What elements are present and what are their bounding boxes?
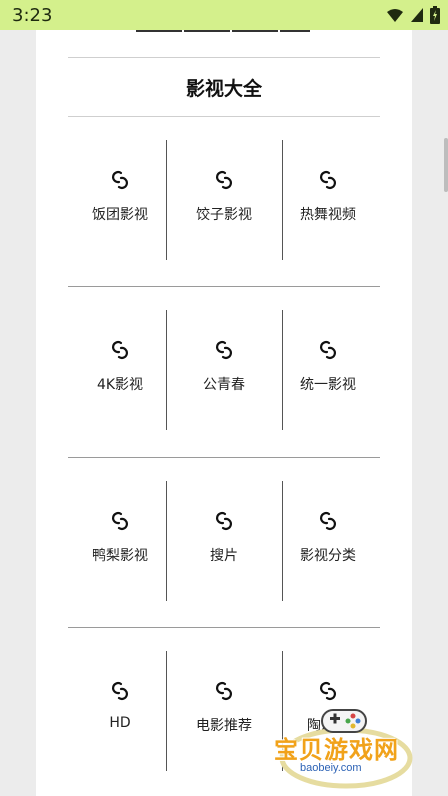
grid-row: 饭团影视 饺子影视 热舞视频 [68, 140, 380, 260]
divider [68, 57, 380, 58]
grid-item-label: 搜片 [210, 548, 238, 564]
grid-item-label: HD [109, 715, 131, 731]
tab-indicator [184, 30, 230, 32]
section-title: 影视大全 [185, 78, 262, 100]
column-divider [282, 481, 283, 601]
grid-item[interactable]: 影视分类 [276, 481, 380, 601]
grid-item[interactable]: 饺子影视 [172, 140, 276, 260]
grid-item-label: 饺子影视 [196, 207, 252, 223]
grid-item[interactable]: 饭团影视 [68, 140, 172, 260]
row-divider [68, 457, 380, 458]
grid-item[interactable]: 鸭梨影视 [68, 481, 172, 601]
swirl-link-icon [316, 338, 340, 362]
swirl-link-icon [316, 168, 340, 192]
column-divider [166, 651, 167, 771]
row-divider [68, 627, 380, 628]
grid-item[interactable]: 热舞视频 [276, 140, 380, 260]
tab-indicator [232, 30, 278, 32]
battery-icon [430, 6, 440, 24]
swirl-link-icon [108, 679, 132, 703]
grid-item-label: 热舞视频 [300, 207, 356, 223]
status-bar: 3:23 [0, 0, 448, 30]
grid-item-label: 影视分类 [300, 548, 356, 564]
grid-item[interactable]: 电影推荐 [172, 651, 276, 771]
swirl-link-icon [108, 168, 132, 192]
column-divider [166, 481, 167, 601]
status-time: 3:23 [12, 5, 53, 26]
wifi-icon [387, 9, 403, 22]
row-divider [68, 286, 380, 287]
column-divider [282, 310, 283, 430]
swirl-link-icon [212, 679, 236, 703]
grid-row: 4K影视 公青春 统一影视 [68, 310, 380, 430]
grid-row: 鸭梨影视 搜片 影视分类 [68, 481, 380, 601]
watermark-url: baobeiy.com [300, 762, 362, 774]
tab-indicator [280, 30, 310, 32]
grid-item[interactable]: 搜片 [172, 481, 276, 601]
system-icons [386, 6, 440, 24]
divider [68, 116, 380, 117]
tab-indicator [136, 30, 182, 32]
watermark-logo: 宝贝游戏网 baobeiy.com [272, 678, 420, 790]
grid-item-label: 统一影视 [300, 377, 356, 393]
grid-item-label: 4K影视 [96, 377, 144, 393]
grid-item-label: 电影推荐 [196, 718, 252, 734]
grid-item-label: 鸭梨影视 [92, 548, 148, 564]
column-divider [166, 310, 167, 430]
grid-item[interactable]: 公青春 [172, 310, 276, 430]
grid-item[interactable]: HD [68, 651, 172, 771]
watermark-text: 宝贝游戏网 [274, 736, 399, 764]
swirl-link-icon [212, 338, 236, 362]
grid-item-label: 公青春 [203, 377, 245, 393]
grid-item[interactable]: 4K影视 [68, 310, 172, 430]
swirl-link-icon [212, 168, 236, 192]
signal-icon [411, 8, 423, 22]
scrollbar-thumb[interactable] [444, 138, 448, 192]
column-divider [166, 140, 167, 260]
grid-item-label: 饭团影视 [92, 207, 148, 223]
swirl-link-icon [316, 509, 340, 533]
grid-item[interactable]: 统一影视 [276, 310, 380, 430]
swirl-link-icon [212, 509, 236, 533]
swirl-link-icon [108, 509, 132, 533]
column-divider [282, 140, 283, 260]
swirl-link-icon [108, 338, 132, 362]
